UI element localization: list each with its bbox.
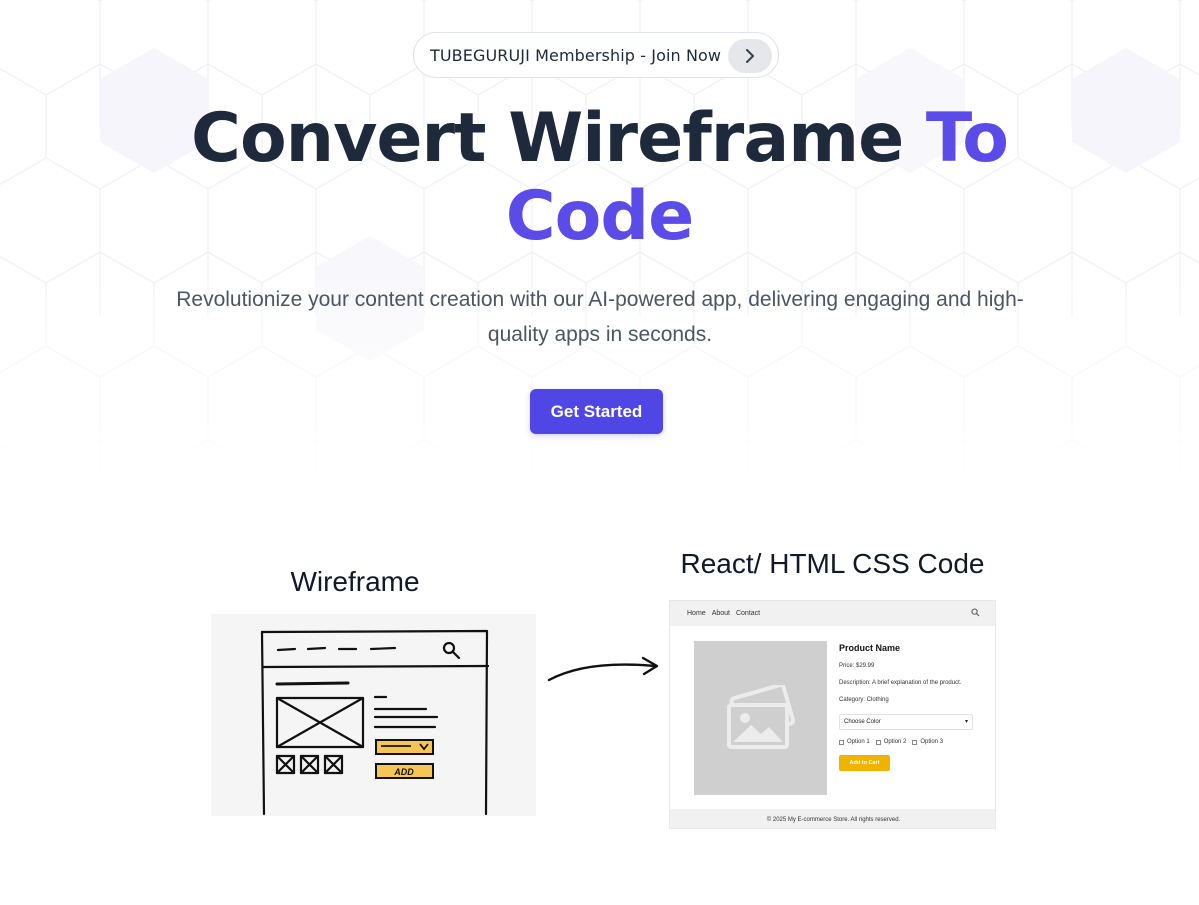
- checkbox-icon[interactable]: [839, 739, 844, 745]
- image-placeholder-icon: [694, 641, 827, 795]
- preview-color-select[interactable]: Choose Color ▾: [839, 714, 973, 730]
- preview-nav-contact[interactable]: Contact: [736, 610, 760, 617]
- preview-description: Description: A brief explanation of the …: [839, 680, 962, 686]
- hero-subtitle-line1: Revolutionize your content creation with…: [176, 288, 1024, 311]
- chevron-down-icon: ▾: [964, 719, 968, 725]
- wireframe-label: Wireframe: [290, 566, 420, 597]
- wireframe-sketch: ADD: [211, 614, 536, 816]
- preview-price: Price: $29.99: [839, 663, 875, 669]
- preview-color-select-value: Choose Color: [844, 719, 881, 725]
- preview-option-1-label: Option 1: [847, 739, 870, 745]
- hero-title-accent-code: Code: [505, 177, 694, 256]
- wireframe-add-text: ADD: [393, 767, 414, 777]
- checkbox-icon[interactable]: [875, 739, 881, 745]
- code-label: React/ HTML CSS Code: [680, 548, 985, 579]
- hero-subtitle: Revolutionize your content creation with…: [120, 282, 1080, 352]
- preview-product-name: Product Name: [839, 643, 901, 653]
- hero-title-main: Convert Wireframe: [191, 99, 926, 178]
- preview-nav-about[interactable]: About: [712, 610, 730, 617]
- search-icon[interactable]: [971, 608, 980, 617]
- get-started-button[interactable]: Get Started: [530, 389, 663, 434]
- preview-option-1[interactable]: Option 1: [839, 739, 870, 745]
- wireframe-sketch-drawing: ADD: [260, 629, 490, 816]
- membership-banner[interactable]: TUBEGURUJI Membership - Join Now: [413, 32, 779, 78]
- preview-option-2-label: Option 2: [883, 739, 907, 745]
- chevron-right-icon[interactable]: [728, 39, 772, 73]
- preview-add-to-cart-button[interactable]: Add to Cart: [839, 755, 890, 771]
- hero-title: Convert Wireframe To Code: [0, 100, 1199, 256]
- membership-banner-text: TUBEGURUJI Membership - Join Now: [430, 45, 722, 65]
- preview-footer: © 2025 My E-commerce Store. All rights r…: [670, 809, 995, 828]
- hero-title-accent-to: To: [925, 99, 1009, 178]
- preview-nav-home[interactable]: Home: [687, 610, 706, 617]
- checkbox-icon[interactable]: [912, 739, 918, 745]
- preview-navbar: Home About Contact: [670, 601, 995, 626]
- hero-subtitle-line2: quality apps in seconds.: [487, 323, 713, 346]
- arrow-right-icon: [547, 656, 659, 682]
- preview-option-3[interactable]: Option 3: [912, 739, 943, 745]
- code-preview: Home About Contact Product Name Price: $…: [669, 600, 996, 829]
- preview-options: Option 1 Option 2 Option 3: [839, 739, 949, 745]
- preview-option-2[interactable]: Option 2: [875, 739, 907, 745]
- preview-category: Category: Clothing: [839, 697, 889, 703]
- preview-option-3-label: Option 3: [920, 739, 944, 745]
